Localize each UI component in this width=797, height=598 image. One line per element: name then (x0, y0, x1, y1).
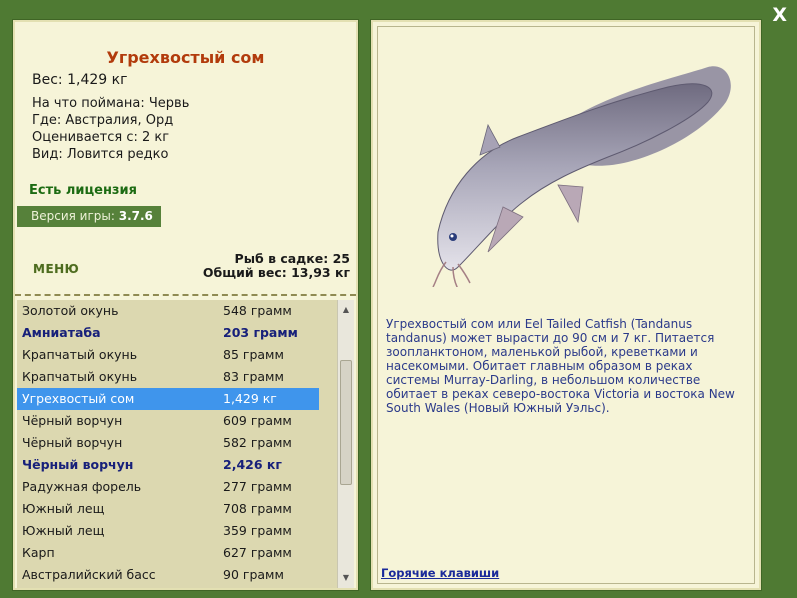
list-item-name: Крапчатый окунь (22, 369, 138, 384)
list-item-weight: 627 грамм (223, 545, 292, 560)
scroll-up-icon[interactable]: ▲ (338, 302, 354, 318)
list-item-weight: 609 грамм (223, 413, 292, 428)
version-bar: Версия игры: 3.7.6 (17, 206, 161, 227)
list-item[interactable]: Карп 627 грамм (17, 542, 319, 564)
list-item[interactable]: Амниатаба 203 грамм (17, 322, 319, 344)
list-item-weight: 277 грамм (223, 479, 292, 494)
scroll-down-icon[interactable]: ▼ (338, 570, 354, 586)
scrollbar[interactable]: ▲ ▼ (337, 300, 354, 588)
keepnet-stats: Рыб в садке: 25 Общий вес: 13,93 кг (203, 252, 350, 280)
list-item-weight: 548 грамм (223, 303, 292, 318)
fish-details: На что поймана: Червь Где: Австралия, Ор… (32, 95, 189, 163)
list-item-weight: 1,429 кг (223, 391, 277, 406)
fish-description-panel: Угрехвостый сом или Eel Tailed Catfish (… (370, 19, 762, 591)
version-value: 3.7.6 (118, 209, 153, 223)
list-item[interactable]: Чёрный ворчун 582 грамм (17, 432, 319, 454)
valued-from: Оценивается с: 2 кг (32, 130, 170, 145)
list-item-name: Золотой окунь (22, 303, 119, 318)
list-item-name: Чёрный ворчун (22, 457, 134, 472)
list-item-name: Карп (22, 545, 55, 560)
list-item-name: Амниатаба (22, 325, 101, 340)
list-item-name: Крапчатый окунь (22, 347, 138, 362)
hotkeys-link[interactable]: Горячие клавиши (381, 566, 499, 580)
fish-description: Угрехвостый сом или Eel Tailed Catfish (… (386, 317, 735, 415)
version-label: Версия игры: (31, 209, 115, 223)
list-item[interactable]: Золотой окунь 548 грамм (17, 300, 319, 322)
fish-kind: Вид: Ловится редко (32, 147, 169, 162)
fish-count: Рыб в садке: 25 (234, 251, 350, 266)
list-item-weight: 582 грамм (223, 435, 292, 450)
list-item-name: Чёрный ворчун (22, 413, 123, 428)
license-status: Есть лицензия (29, 183, 137, 198)
list-item-weight: 83 грамм (223, 369, 284, 384)
total-weight: Общий вес: 13,93 кг (202, 265, 350, 280)
list-item[interactable]: Крапчатый окунь 85 грамм (17, 344, 319, 366)
list-item[interactable]: Радужная форель 277 грамм (17, 476, 319, 498)
description-frame: Угрехвостый сом или Eel Tailed Catfish (… (377, 26, 755, 584)
list-item[interactable]: Южный лещ 359 грамм (17, 520, 319, 542)
fish-weight: Вес: 1,429 кг (32, 72, 128, 88)
catch-location: Где: Австралия, Орд (32, 113, 174, 128)
list-item-weight: 85 грамм (223, 347, 284, 362)
list-item-name: Австралийский басс (22, 567, 156, 582)
list-item-weight: 203 грамм (223, 325, 298, 340)
list-item[interactable]: Угрехвостый сом 1,429 кг (17, 388, 319, 410)
catfish-image (432, 66, 731, 287)
scroll-thumb[interactable] (340, 360, 352, 485)
list-item-name: Южный лещ (22, 523, 105, 538)
fish-title: Угрехвостый сом (106, 48, 265, 67)
list-item[interactable]: Южный лещ 708 грамм (17, 498, 319, 520)
catch-list[interactable]: Золотой окунь 548 грамм Амниатаба 203 грамм… (17, 300, 354, 588)
list-item[interactable]: Австралийский басс 90 грамм (17, 564, 319, 586)
list-item[interactable]: Чёрный ворчун 609 грамм (17, 410, 319, 432)
close-icon[interactable]: X (772, 4, 787, 26)
list-item-name: Южный лещ (22, 501, 105, 516)
caught-on: На что поймана: Червь (32, 96, 190, 111)
list-item-name: Радужная форель (22, 479, 142, 494)
list-item-weight: 708 грамм (223, 501, 292, 516)
list-item-name: Угрехвостый сом (22, 391, 135, 406)
divider (15, 294, 356, 296)
list-item-name: Чёрный ворчун (22, 435, 123, 450)
list-item-weight: 2,426 кг (223, 457, 282, 472)
list-item[interactable]: Крапчатый окунь 83 грамм (17, 366, 319, 388)
list-item[interactable]: Чёрный ворчун 2,426 кг (17, 454, 319, 476)
fish-info-panel: Угрехвостый сом Вес: 1,429 кг На что пой… (12, 19, 359, 591)
list-item-weight: 90 грамм (223, 567, 284, 582)
menu-button[interactable]: МЕНЮ (33, 262, 79, 276)
list-item-weight: 359 грамм (223, 523, 292, 538)
